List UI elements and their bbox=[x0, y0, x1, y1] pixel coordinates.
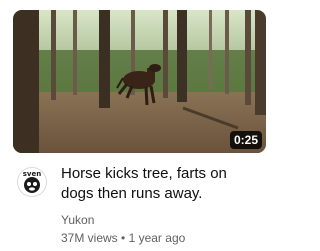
video-thumbnail[interactable]: 0:25 bbox=[13, 10, 266, 153]
channel-name[interactable]: Yukon bbox=[61, 213, 94, 228]
video-metadata: 37M views • 1 year ago bbox=[61, 231, 185, 246]
meta-separator: • bbox=[121, 231, 126, 245]
duration-badge: 0:25 bbox=[229, 131, 262, 149]
thumbnail-image bbox=[13, 10, 266, 153]
svg-text:sven: sven bbox=[23, 170, 41, 178]
channel-logo: sven bbox=[18, 168, 46, 196]
video-card[interactable]: 0:25 sven Horse kicks tree, farts on dog… bbox=[0, 0, 275, 251]
video-title[interactable]: Horse kicks tree, farts on dogs then run… bbox=[61, 164, 261, 204]
upload-age: 1 year ago bbox=[128, 231, 186, 245]
channel-avatar[interactable]: sven bbox=[17, 167, 47, 197]
view-count: 37M views bbox=[61, 231, 118, 245]
